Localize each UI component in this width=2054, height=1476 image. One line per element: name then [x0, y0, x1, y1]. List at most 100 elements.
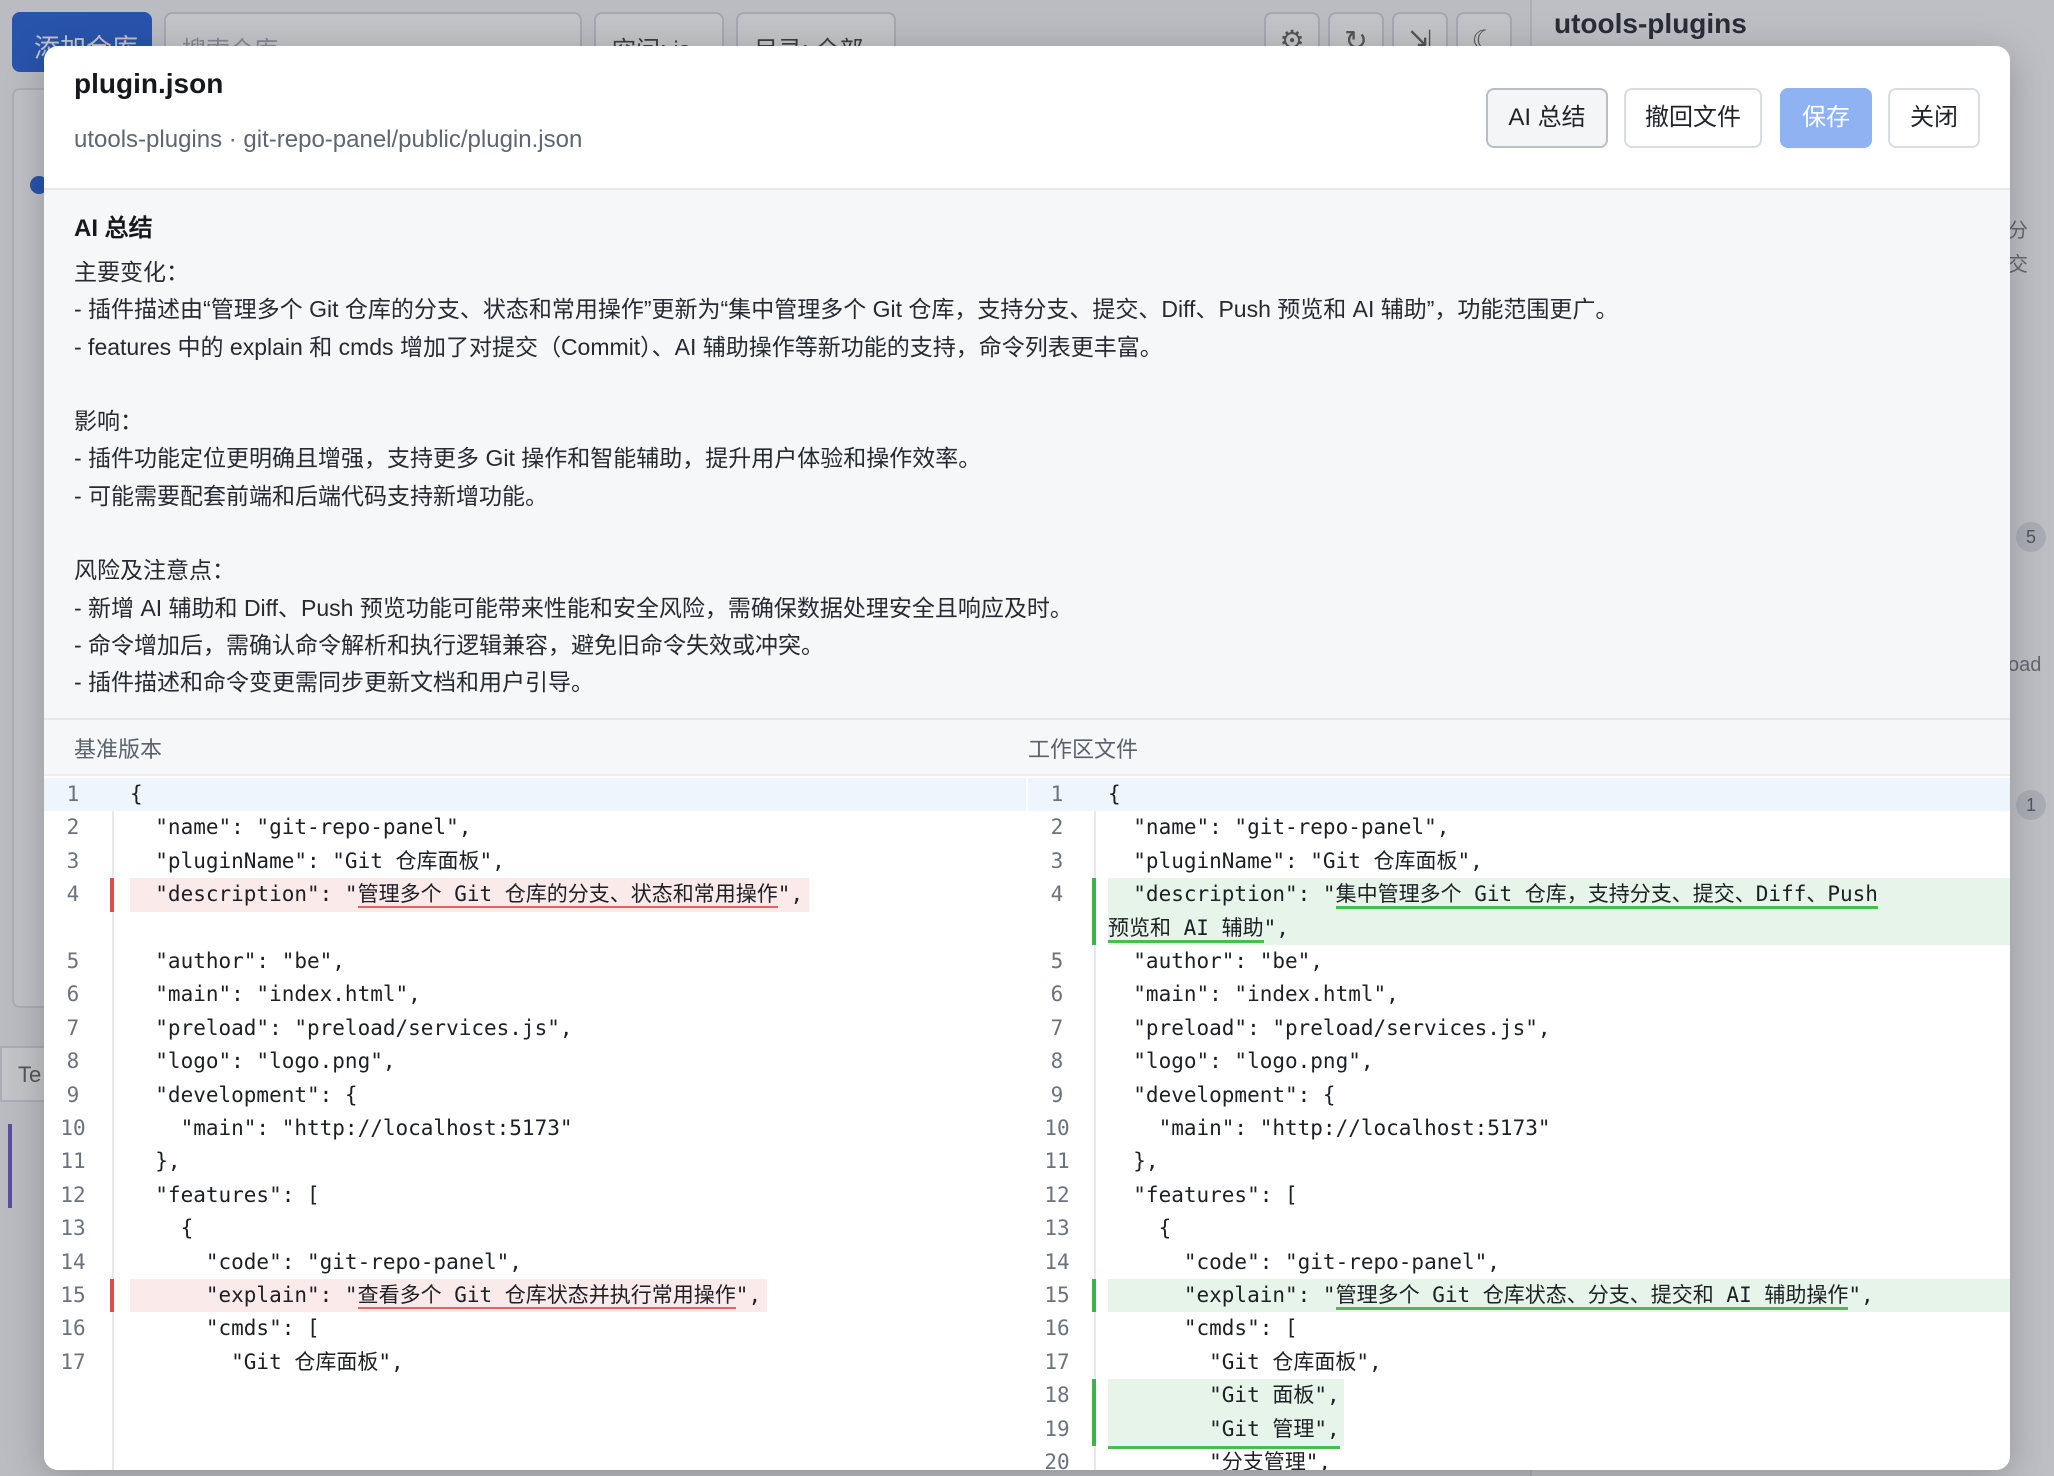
- code-line: 1{: [1028, 778, 2010, 812]
- line-number: 19: [1044, 1416, 1070, 1441]
- ai-summary-line: - 插件功能定位更明确且增强，支持更多 Git 操作和智能辅助，提升用户体验和操…: [74, 445, 982, 472]
- workspace-file-pane[interactable]: 1{2 "name": "git-repo-panel", 3 "pluginNa…: [1028, 778, 2010, 1470]
- code-text: "features": [: [130, 1182, 320, 1207]
- line-number: 17: [60, 1349, 86, 1374]
- code-line: 4 "description": "集中管理多个 Git 仓库，支持分支、提交、…: [1028, 878, 2010, 912]
- code-line: 20 "分支管理",: [1028, 1446, 2010, 1470]
- line-number: 2: [66, 815, 80, 840]
- base-version-label: 基准版本: [74, 737, 163, 762]
- code-text: "cmds": [: [130, 1316, 320, 1341]
- ai-summary-line: 主要变化：: [74, 259, 189, 285]
- ai-summary-line: - 可能需要配套前端和后端代码支持新增功能。: [74, 482, 549, 509]
- line-number: 11: [1044, 1149, 1070, 1174]
- code-text: "Git 管理",: [1108, 1413, 1340, 1449]
- code-text: "logo": "logo.png",: [130, 1049, 396, 1074]
- code-text: "pluginName": "Git 仓库面板",: [130, 848, 505, 873]
- code-text: "explain": "查看多个 Git 仓库状态并执行常用操作",: [130, 1279, 761, 1312]
- line-number: 1: [1050, 782, 1064, 806]
- code-text-unchanged: "description": ": [1108, 882, 1336, 907]
- code-text: "Git 仓库面板",: [1108, 1349, 1382, 1374]
- line-number: 10: [60, 1116, 86, 1140]
- code-text: "author": "be",: [1108, 949, 1323, 973]
- code-text: {: [1108, 782, 1121, 806]
- removed-text: 查看多个 Git 仓库状态并执行常用操作: [357, 1283, 736, 1309]
- line-number: 5: [1050, 949, 1064, 973]
- code-line: 14 "code": "git-repo-panel",: [44, 1246, 1026, 1279]
- code-text: },: [1108, 1149, 1159, 1174]
- line-number: 9: [66, 1082, 80, 1107]
- line-number: 5: [66, 949, 80, 973]
- code-text: "preload": "preload/services.js",: [130, 1015, 573, 1040]
- line-number: 13: [1044, 1216, 1070, 1241]
- code-line: 15 "explain": "查看多个 Git 仓库状态并执行常用操作",: [44, 1279, 1026, 1313]
- diff-pane-labels: [44, 720, 2010, 776]
- code-text: "main": "http://localhost:5173": [130, 1116, 573, 1140]
- code-line: 5 "author": "be",: [44, 945, 1026, 978]
- line-number: 4: [1050, 882, 1064, 907]
- revert-file-button[interactable]: 撤回文件: [1624, 88, 1762, 148]
- save-button[interactable]: 保存: [1780, 88, 1872, 148]
- ai-summary-line: 影响：: [74, 408, 143, 435]
- code-line: 8 "logo": "logo.png",: [1028, 1045, 2010, 1078]
- ai-summary-line: - 命令增加后，需确认命令解析和执行逻辑兼容，避免旧命令失效或冲突。: [74, 631, 825, 658]
- line-number: 15: [1044, 1283, 1070, 1307]
- code-line: 12 "features": [: [44, 1179, 1026, 1212]
- ai-summary-line: [74, 366, 1980, 403]
- added-line-marker: [1092, 911, 1096, 945]
- code-line: 17 "Git 仓库面板",: [1028, 1346, 2010, 1379]
- line-number: 16: [1044, 1316, 1070, 1341]
- added-line-marker: [1092, 1279, 1096, 1313]
- code-text: "preload": "preload/services.js",: [1108, 1015, 1551, 1040]
- base-version-pane[interactable]: 1{2 "name": "git-repo-panel", 3 "pluginNa…: [44, 778, 1026, 1470]
- line-number: 3: [1050, 848, 1064, 873]
- code-line: 7 "preload": "preload/services.js",: [1028, 1012, 2010, 1045]
- code-line: 9 "development": {: [1028, 1079, 2010, 1112]
- line-number: 9: [1050, 1082, 1064, 1107]
- code-text: },: [130, 1149, 181, 1174]
- modal-title: plugin.json: [74, 68, 224, 99]
- code-text-unchanged: ",: [1263, 915, 1289, 940]
- line-number: 16: [60, 1316, 86, 1341]
- code-line: 3 "pluginName": "Git 仓库面板",: [44, 845, 1026, 878]
- code-text: "description": "管理多个 Git 仓库的分支、状态和常用操作",: [130, 878, 803, 911]
- removed-text: 管理多个 Git 仓库的分支、状态和常用操作: [357, 882, 778, 909]
- added-text: 集中管理多个 Git 仓库，支持分支、提交、Diff、Push: [1335, 882, 1878, 910]
- code-text: "name": "git-repo-panel",: [130, 815, 472, 840]
- code-text-unchanged: ",: [735, 1283, 762, 1307]
- line-number: 12: [60, 1182, 86, 1207]
- code-line: 2 "name": "git-repo-panel",: [1028, 811, 2010, 844]
- code-line: 12 "features": [: [1028, 1179, 2010, 1212]
- code-text: "code": "git-repo-panel",: [1108, 1249, 1500, 1274]
- code-line: 6 "main": "index.html",: [44, 978, 1026, 1011]
- code-text: "author": "be",: [130, 949, 345, 973]
- ai-summary-button[interactable]: AI 总结: [1486, 88, 1608, 148]
- modal-header: plugin.json utools-plugins · git-repo-pa…: [44, 46, 2010, 190]
- code-text: "main": "http://localhost:5173": [1108, 1116, 1551, 1140]
- code-line: 16 "cmds": [: [1028, 1312, 2010, 1345]
- close-button[interactable]: 关闭: [1888, 88, 1980, 148]
- code-line: 3 "pluginName": "Git 仓库面板",: [1028, 845, 2010, 878]
- code-line: 6 "main": "index.html",: [1028, 978, 2010, 1011]
- code-text-unchanged: ",: [1848, 1283, 1874, 1307]
- ai-summary-panel: AI 总结 主要变化： - 插件描述由“管理多个 Git 仓库的分支、状态和常用操…: [44, 190, 2010, 720]
- line-number: 10: [1044, 1116, 1070, 1140]
- workspace-file-label: 工作区文件: [1028, 737, 1139, 762]
- code-text: "development": {: [1108, 1082, 1336, 1107]
- line-number: 14: [60, 1249, 86, 1274]
- line-number: 15: [60, 1283, 86, 1307]
- code-line: 2 "name": "git-repo-panel",: [44, 811, 1026, 844]
- code-text: {: [130, 1216, 194, 1241]
- line-number: 6: [1050, 982, 1064, 1007]
- code-line: 4 "description": "管理多个 Git 仓库的分支、状态和常用操作…: [44, 878, 1026, 912]
- line-number: 7: [1050, 1015, 1064, 1040]
- ai-summary-line: 风险及注意点：: [74, 557, 235, 584]
- added-text: 管理多个 Git 仓库状态、分支、提交和 AI 辅助操作: [1335, 1283, 1849, 1310]
- code-text: "cmds": [: [1108, 1316, 1298, 1341]
- added-line-marker: [1092, 1379, 1096, 1413]
- code-line: 1{: [44, 778, 1026, 812]
- line-number: 18: [1044, 1383, 1070, 1408]
- line-number: 13: [60, 1216, 86, 1241]
- code-text: "pluginName": "Git 仓库面板",: [1108, 848, 1483, 873]
- code-text-unchanged: "explain": ": [130, 1283, 358, 1307]
